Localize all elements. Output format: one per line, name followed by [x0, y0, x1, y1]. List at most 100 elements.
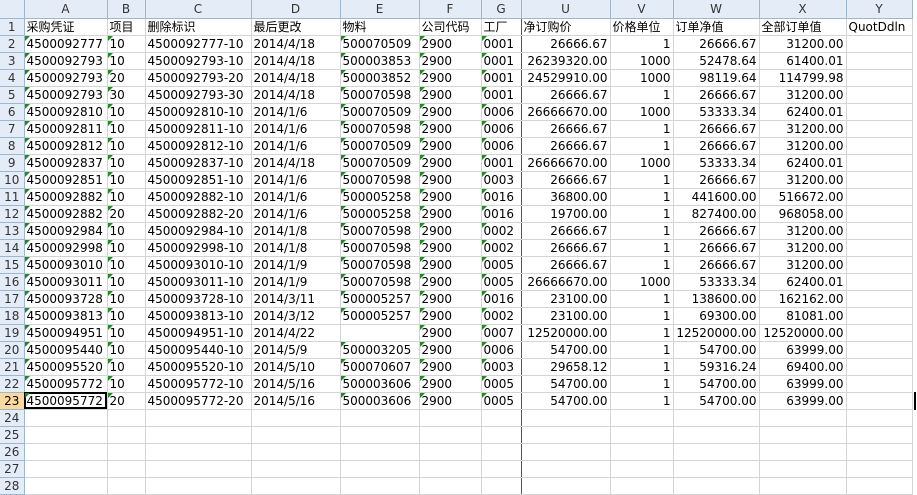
cell[interactable]: 10	[107, 103, 146, 121]
cell[interactable]: 26666.67	[673, 86, 760, 104]
cell[interactable]	[846, 426, 913, 444]
cell[interactable]: 81081.00	[759, 307, 847, 325]
cell[interactable]: 0016	[481, 290, 522, 308]
cell[interactable]: 4500093011	[24, 273, 108, 291]
cell[interactable]: 26666.67	[521, 256, 611, 274]
cell[interactable]: 500070598	[340, 171, 420, 189]
cell[interactable]: 4500092837-10	[145, 154, 252, 172]
cell[interactable]: 1000	[610, 154, 674, 172]
cell[interactable]	[846, 171, 913, 189]
cell[interactable]: 31200.00	[759, 222, 847, 240]
field-header-cell[interactable]: 最后更改	[251, 18, 341, 36]
cell[interactable]	[846, 290, 913, 308]
cell[interactable]: 2014/1/8	[251, 222, 341, 240]
cell[interactable]: 4500095440	[24, 341, 108, 359]
row-header[interactable]: 10	[0, 171, 25, 189]
cell[interactable]: 1	[610, 35, 674, 53]
cell[interactable]: 162162.00	[759, 290, 847, 308]
row-header[interactable]: 23	[0, 392, 25, 410]
cell[interactable]	[481, 409, 522, 427]
cell[interactable]	[145, 443, 252, 461]
cell[interactable]: 69300.00	[673, 307, 760, 325]
cell[interactable]: 500070598	[340, 273, 420, 291]
cell[interactable]: 12520000.00	[673, 324, 760, 342]
cell[interactable]: 2014/5/9	[251, 341, 341, 359]
row-header[interactable]: 4	[0, 69, 25, 87]
cell[interactable]: 2014/4/18	[251, 154, 341, 172]
cell[interactable]	[481, 460, 522, 478]
cell[interactable]: 10	[107, 341, 146, 359]
cell[interactable]: 1	[610, 205, 674, 223]
cell[interactable]: 0016	[481, 205, 522, 223]
cell[interactable]: 62400.01	[759, 273, 847, 291]
cell[interactable]	[759, 477, 847, 495]
cell[interactable]: 4500092793	[24, 69, 108, 87]
cell[interactable]	[145, 409, 252, 427]
cell[interactable]	[846, 69, 913, 87]
cell[interactable]: 968058.00	[759, 205, 847, 223]
cell[interactable]: 2014/4/18	[251, 52, 341, 70]
cell[interactable]: 10	[107, 188, 146, 206]
cell[interactable]	[107, 409, 146, 427]
cell[interactable]: 138600.00	[673, 290, 760, 308]
cell[interactable]: 4500092882-20	[145, 205, 252, 223]
cell[interactable]: 500003606	[340, 392, 420, 410]
cell[interactable]: 63999.00	[759, 341, 847, 359]
row-header[interactable]: 12	[0, 205, 25, 223]
cell[interactable]: 0002	[481, 222, 522, 240]
cell[interactable]: 0005	[481, 392, 522, 410]
cell[interactable]: 62400.01	[759, 154, 847, 172]
row-header[interactable]: 24	[0, 409, 25, 427]
cell[interactable]: 4500092811-10	[145, 120, 252, 138]
cell[interactable]	[846, 477, 913, 495]
cell[interactable]: 10	[107, 137, 146, 155]
cell[interactable]	[846, 392, 913, 410]
cell[interactable]: 10	[107, 256, 146, 274]
cell[interactable]	[521, 443, 611, 461]
cell[interactable]: 10	[107, 307, 146, 325]
cell[interactable]: 26666.67	[521, 86, 611, 104]
cell[interactable]: 2014/1/9	[251, 273, 341, 291]
cell[interactable]	[145, 477, 252, 495]
cell[interactable]: 10	[107, 222, 146, 240]
cell[interactable]: 4500092984-10	[145, 222, 252, 240]
row-header[interactable]: 16	[0, 273, 25, 291]
cell[interactable]: 4500093011-10	[145, 273, 252, 291]
cell[interactable]	[846, 154, 913, 172]
cell[interactable]: 500003853	[340, 52, 420, 70]
cell[interactable]: 114799.98	[759, 69, 847, 87]
cell[interactable]: 2900	[419, 205, 482, 223]
cell[interactable]	[610, 426, 674, 444]
field-header-cell[interactable]: 工厂	[481, 18, 522, 36]
cell[interactable]: 53333.34	[673, 154, 760, 172]
cell[interactable]: 4500095772	[24, 392, 108, 410]
row-header[interactable]: 27	[0, 460, 25, 478]
cell[interactable]: 26666.67	[521, 120, 611, 138]
cell[interactable]: 4500092812-10	[145, 137, 252, 155]
cell[interactable]	[673, 477, 760, 495]
field-header-cell[interactable]: 净订购价	[521, 18, 611, 36]
cell[interactable]: 31200.00	[759, 171, 847, 189]
cell[interactable]: 500005258	[340, 205, 420, 223]
cell[interactable]	[846, 409, 913, 427]
cell[interactable]: 2900	[419, 341, 482, 359]
cell[interactable]: 4500092810-10	[145, 103, 252, 121]
cell[interactable]	[481, 443, 522, 461]
cell[interactable]: 26666.67	[673, 171, 760, 189]
cell[interactable]: 24529910.00	[521, 69, 611, 87]
cell[interactable]	[419, 443, 482, 461]
cell[interactable]: 26239320.00	[521, 52, 611, 70]
column-header-y[interactable]: Y	[846, 0, 913, 19]
row-header[interactable]: 13	[0, 222, 25, 240]
cell[interactable]: 31200.00	[759, 137, 847, 155]
column-header-a[interactable]: A	[24, 0, 108, 19]
cell[interactable]: 2014/1/6	[251, 103, 341, 121]
cell[interactable]: 1	[610, 307, 674, 325]
row-header[interactable]: 22	[0, 375, 25, 393]
cell[interactable]	[610, 460, 674, 478]
row-header[interactable]: 18	[0, 307, 25, 325]
cell[interactable]: 2900	[419, 103, 482, 121]
cell[interactable]: 26666.67	[673, 222, 760, 240]
cell[interactable]	[340, 426, 420, 444]
cell[interactable]: 0006	[481, 120, 522, 138]
